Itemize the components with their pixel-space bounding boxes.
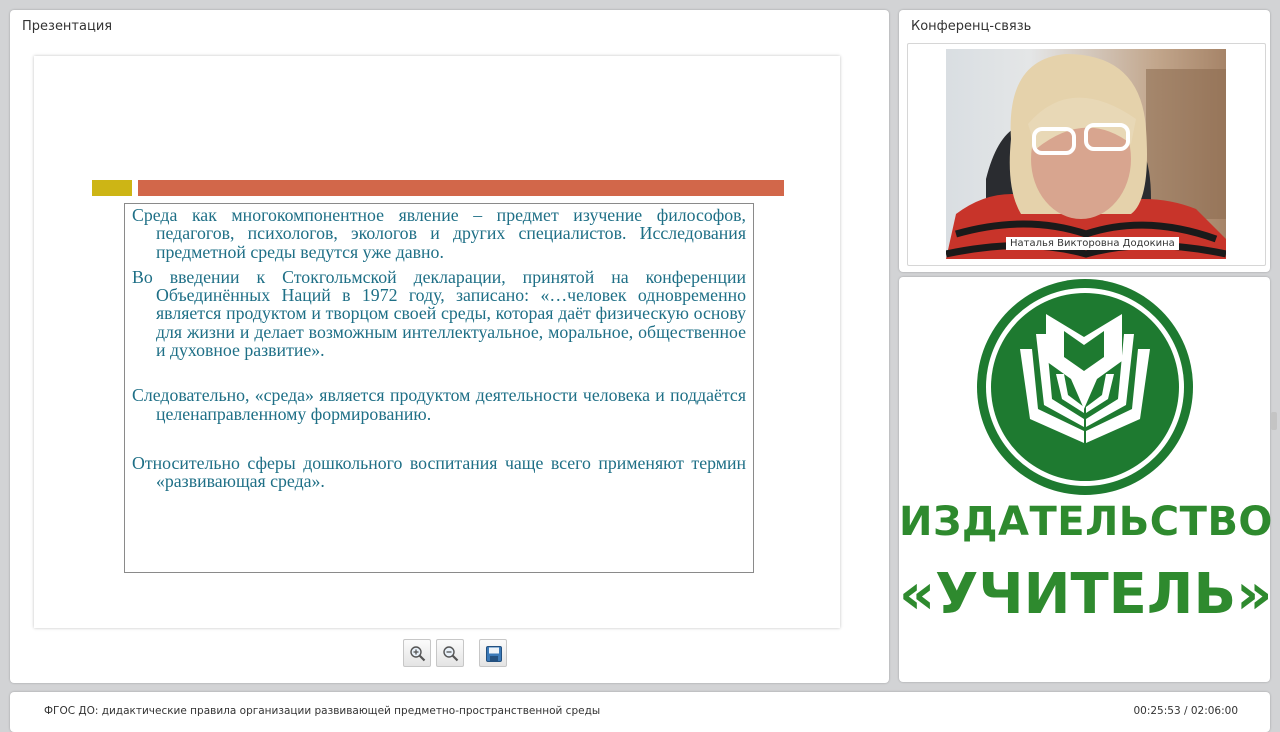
presentation-panel: Презентация Среда как многокомпонентное … [10,10,889,683]
slide-accent-bar-red [138,180,784,196]
slide-accent-bar-yellow [92,180,132,196]
zoom-in-icon [410,646,426,662]
slide-paragraph-4: Относительно сферы дошкольного воспитани… [132,452,746,492]
save-button[interactable] [479,639,507,667]
save-icon [486,646,502,662]
speaker-name-label: Наталья Викторовна Додокина [1006,237,1179,250]
slide-paragraph-3: Следовательно, «среда» является продукто… [132,385,746,424]
speaker-video-image [946,54,1226,259]
publisher-emblem-icon [977,279,1193,495]
conference-panel-title: Конференц-связь [911,19,1032,34]
webinar-title: ФГОС ДО: дидактические правила организац… [44,705,601,717]
slide-paragraph-1: Среда как многокомпонентное явление – пр… [132,205,746,262]
slide-text-box: Среда как многокомпонентное явление – пр… [124,203,754,573]
side-panel-handle[interactable] [1271,412,1277,430]
zoom-out-icon [443,646,459,662]
publisher-logo-panel: ИЗДАТЕЛЬСТВО «УЧИТЕЛЬ» [899,277,1273,682]
publisher-name-line-1: ИЗДАТЕЛЬСТВО [899,499,1273,545]
conference-panel: Конференц-связь Наталья Викторовна Додок… [899,10,1270,272]
playback-time: 00:25:53 / 02:06:00 [1133,705,1238,717]
slide: Среда как многокомпонентное явление – пр… [34,56,840,628]
speaker-video[interactable]: Наталья Викторовна Додокина [946,49,1226,259]
presentation-panel-title: Презентация [22,19,113,34]
footer-bar: ФГОС ДО: дидактические правила организац… [10,692,1270,732]
zoom-in-button[interactable] [403,639,431,667]
zoom-out-button[interactable] [436,639,464,667]
slide-paragraph-2: Во введении к Стокгольмской декларации, … [132,266,746,361]
publisher-name-line-2: «УЧИТЕЛЬ» [899,562,1273,627]
